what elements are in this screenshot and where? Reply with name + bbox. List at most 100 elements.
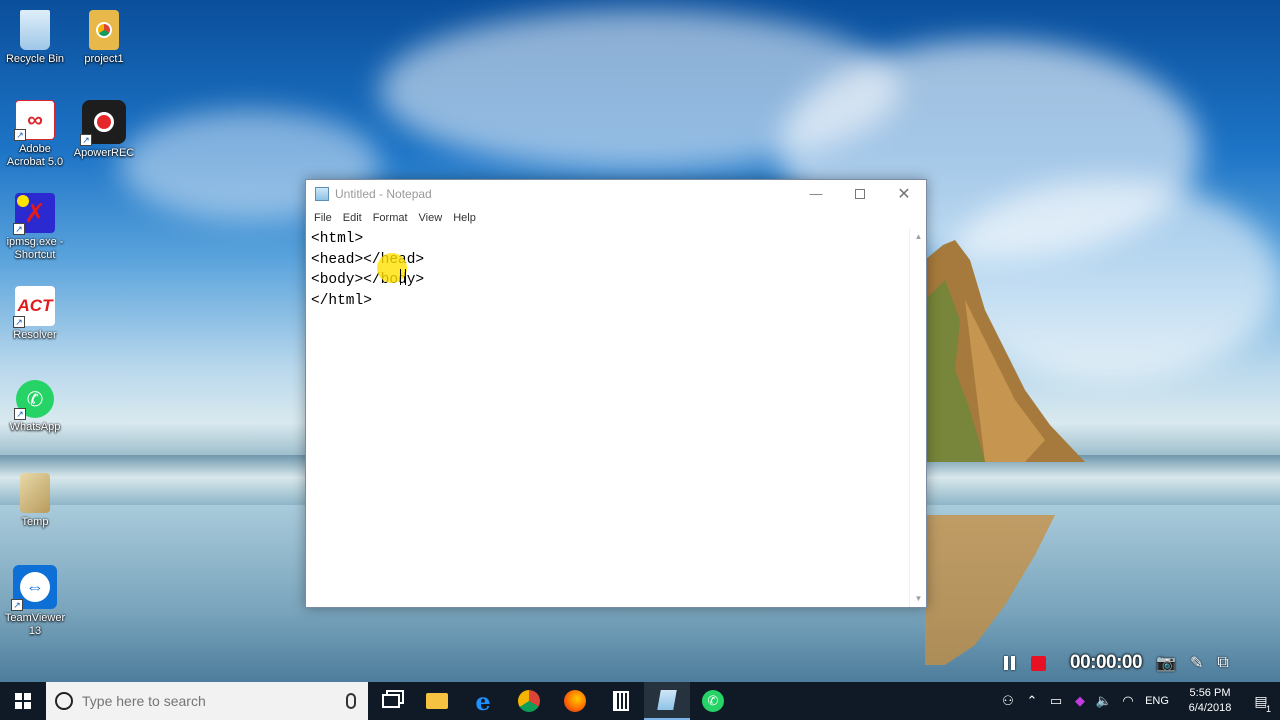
editor-area: <html> <head></head> <body></body> </htm… — [306, 229, 926, 607]
pdf-icon: ∞ ↗ — [14, 100, 55, 141]
taskbar-edge[interactable]: e — [460, 682, 506, 720]
desktop-icon-temp[interactable]: Temp — [2, 473, 68, 529]
pen-icon[interactable]: ✎ — [1190, 653, 1203, 673]
battery-icon[interactable]: ▭ — [1044, 693, 1068, 709]
ipmsg-icon: ✗ ↗ — [13, 193, 55, 235]
desktop-icon-whatsapp[interactable]: ✆ ↗ WhatsApp — [2, 380, 68, 434]
system-tray: ⚇ ⌃ ▭ ◆ 🔈 ◠ ENG 5:56 PM 6/4/2018 ▤ 1 — [996, 682, 1280, 720]
desktop-icon-label: Adobe Acrobat 5.0 — [6, 143, 64, 168]
calculator-icon — [613, 691, 629, 711]
menu-bar: File Edit Format View Help — [306, 207, 926, 229]
menu-edit[interactable]: Edit — [338, 210, 368, 226]
edge-icon: e — [475, 686, 491, 716]
chrome-icon — [518, 690, 540, 712]
whatsapp-icon: ✆ — [702, 690, 724, 712]
menu-view[interactable]: View — [414, 210, 449, 226]
taskbar: e ✆ ⚇ ⌃ ▭ ◆ 🔈 ◠ ENG 5:56 PM 6/4/2018 ▤ 1 — [0, 682, 1280, 720]
desktop-icon-label: Resolver — [13, 329, 57, 341]
minimize-button[interactable]: — — [794, 180, 838, 207]
close-icon: ✕ — [897, 185, 911, 203]
desktop-icon-ipmsg[interactable]: ✗ ↗ ipmsg.exe - Shortcut — [2, 193, 68, 262]
desktop-icon-label: ipmsg.exe - Shortcut — [6, 236, 64, 261]
record-icon: ↗ — [80, 100, 126, 146]
desktop-icon-teamviewer[interactable]: ⇔ ↗ TeamViewer 13 — [2, 565, 68, 638]
language-indicator[interactable]: ENG — [1140, 695, 1174, 707]
stop-record-icon[interactable] — [1031, 655, 1046, 671]
notepad-icon — [657, 690, 677, 710]
firefox-icon — [564, 690, 586, 712]
notepad-window[interactable]: Untitled - Notepad — ✕ File Edit Format … — [305, 179, 927, 608]
show-hidden-icons-icon[interactable]: ⌃ — [1020, 693, 1044, 709]
shortcut-arrow-icon: ↗ — [80, 134, 92, 146]
whatsapp-icon: ✆ ↗ — [14, 380, 54, 420]
fullscreen-icon[interactable]: ⧉ — [1217, 654, 1228, 672]
desktop-icon-label: Temp — [21, 516, 49, 528]
vertical-scrollbar[interactable]: ▲ ▼ — [909, 229, 926, 607]
temp-icon — [20, 473, 50, 513]
desktop-icon-label: WhatsApp — [9, 421, 61, 433]
teamviewer-icon: ⇔ ↗ — [11, 565, 57, 611]
menu-file[interactable]: File — [309, 210, 338, 226]
desktop-icon-label: ApowerREC — [73, 147, 135, 159]
minimize-icon: — — [809, 186, 823, 201]
pause-icon[interactable] — [1003, 656, 1017, 670]
action-center-button[interactable]: ▤ 1 — [1242, 693, 1280, 714]
taskbar-calculator[interactable] — [598, 682, 644, 720]
desktop-icon-label: TeamViewer 13 — [4, 612, 66, 637]
desktop-icon-label: Recycle Bin — [5, 53, 65, 65]
cliff-reflection — [925, 515, 1055, 665]
clock-date: 6/4/2018 — [1188, 702, 1232, 714]
maximize-icon — [855, 188, 865, 199]
ibeam-cursor-icon — [400, 269, 406, 285]
notepad-icon — [315, 186, 329, 201]
desktop-icon-project1[interactable]: project1 — [71, 10, 137, 66]
folder-icon — [426, 693, 448, 709]
start-button[interactable] — [0, 682, 46, 720]
taskbar-firefox[interactable] — [552, 682, 598, 720]
camera-icon[interactable]: 📷 — [1156, 653, 1176, 673]
text-editor[interactable]: <html> <head></head> <body></body> </htm… — [306, 229, 909, 607]
desktop-icon-adobe-acrobat[interactable]: ∞ ↗ Adobe Acrobat 5.0 — [2, 100, 68, 169]
people-icon[interactable]: ⚇ — [996, 693, 1020, 709]
desktop-icon-label: project1 — [84, 53, 124, 65]
recording-timer: 00:00:00 — [1070, 652, 1143, 673]
recycle-bin-icon — [20, 10, 50, 50]
search-input[interactable] — [82, 693, 346, 709]
cortana-icon — [55, 692, 73, 710]
scroll-up-icon[interactable]: ▲ — [910, 229, 927, 245]
menu-help[interactable]: Help — [448, 210, 482, 226]
menu-format[interactable]: Format — [368, 210, 414, 226]
taskbar-notepad[interactable] — [644, 682, 690, 720]
recorder-toolbar: 00:00:00 📷 ✎ ⧉ — [998, 646, 1280, 680]
taskbar-file-explorer[interactable] — [414, 682, 460, 720]
folder-icon — [89, 10, 119, 50]
shortcut-arrow-icon: ↗ — [14, 129, 26, 141]
shortcut-arrow-icon: ↗ — [11, 599, 23, 611]
microphone-icon[interactable] — [346, 693, 356, 709]
desktop-icon-resolver[interactable]: ACT ↗ Resolver — [2, 286, 68, 342]
windows-logo-icon — [15, 693, 31, 709]
clock[interactable]: 5:56 PM 6/4/2018 — [1178, 686, 1242, 716]
maximize-button[interactable] — [838, 180, 882, 207]
task-view-icon — [382, 694, 400, 708]
scroll-down-icon[interactable]: ▼ — [910, 591, 927, 607]
shortcut-arrow-icon: ↗ — [13, 223, 25, 235]
cliff-rock — [925, 240, 1085, 462]
taskbar-chrome[interactable] — [506, 682, 552, 720]
task-view-button[interactable] — [368, 682, 414, 720]
wifi-icon[interactable]: ◠ — [1116, 693, 1140, 709]
title-bar[interactable]: Untitled - Notepad — ✕ — [306, 180, 926, 207]
notification-count: 1 — [1265, 703, 1271, 714]
volume-icon[interactable]: 🔈 — [1092, 693, 1116, 709]
shortcut-arrow-icon: ↗ — [13, 316, 25, 328]
taskbar-whatsapp[interactable]: ✆ — [690, 682, 736, 720]
close-button[interactable]: ✕ — [882, 180, 926, 207]
desktop-icon-apowerrec[interactable]: ↗ ApowerREC — [71, 100, 137, 160]
search-box[interactable] — [46, 682, 368, 720]
app-tray-icon[interactable]: ◆ — [1068, 693, 1092, 709]
shortcut-arrow-icon: ↗ — [14, 408, 26, 420]
desktop-icon-recycle-bin[interactable]: Recycle Bin — [2, 10, 68, 66]
desktop: Recycle Bin project1 ∞ ↗ Adobe Acrobat 5… — [0, 0, 1280, 682]
clock-time: 5:56 PM — [1189, 687, 1231, 699]
window-title: Untitled - Notepad — [335, 186, 432, 201]
